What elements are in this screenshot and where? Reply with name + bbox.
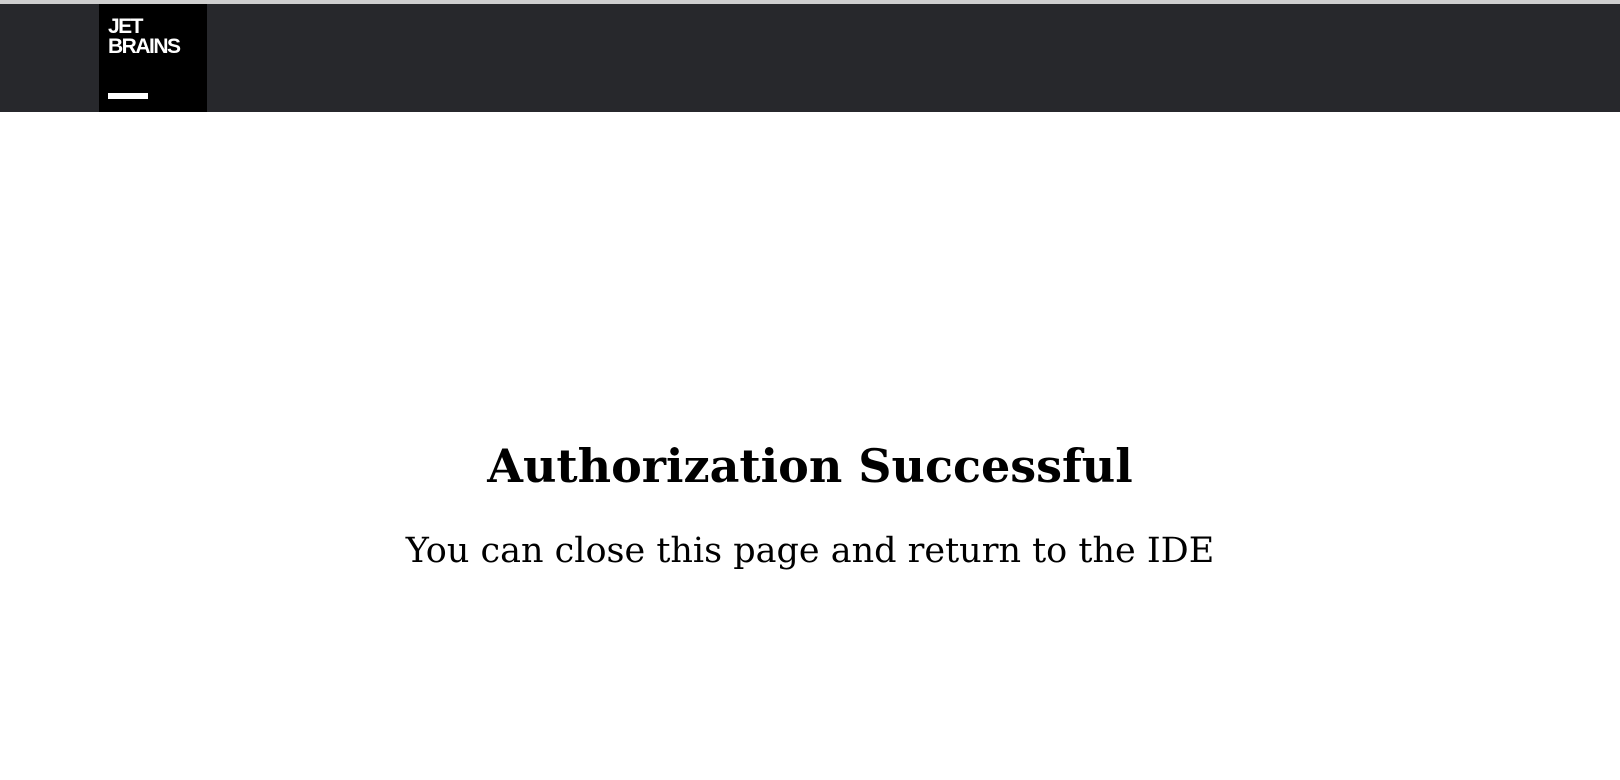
jetbrains-logo: JET BRAINS: [99, 4, 207, 112]
page-title: Authorization Successful: [487, 439, 1133, 493]
main-content: Authorization Successful You can close t…: [0, 112, 1620, 780]
close-page-message: You can close this page and return to th…: [405, 531, 1215, 571]
logo-wordmark: JET BRAINS: [108, 15, 181, 58]
logo-underline: [108, 93, 148, 99]
logo-line-2: BRAINS: [108, 35, 181, 58]
site-header: JET BRAINS: [0, 4, 1620, 112]
logo-line-1: JET: [108, 15, 144, 38]
